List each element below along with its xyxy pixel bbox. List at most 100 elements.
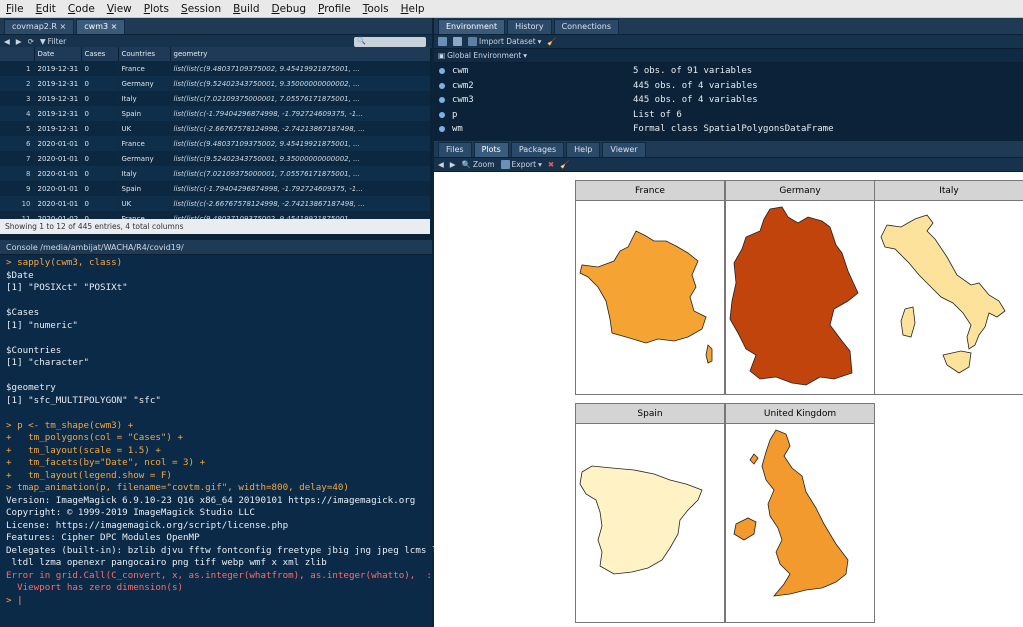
- open-icon[interactable]: [438, 37, 447, 46]
- country-shape: [880, 214, 1006, 350]
- table-cell: Italy: [118, 91, 171, 106]
- facet-title: Germany: [726, 181, 874, 201]
- refresh-button[interactable]: ⟳: [28, 37, 34, 46]
- table-row: 7 2020-01-01 0 Germany list(list(c(9.5240234…: [0, 151, 430, 166]
- console-line: Viewport has zero dimension(s): [6, 582, 184, 593]
- menu-item-help[interactable]: Help: [395, 3, 431, 15]
- expand-icon[interactable]: [439, 111, 445, 118]
- expand-icon[interactable]: [439, 126, 445, 133]
- table-row: 10 2020-01-01 0 UK list(list(c(-2.6676757812…: [0, 196, 430, 211]
- tab-environment[interactable]: Environment: [438, 19, 506, 34]
- facet-title: France: [576, 181, 724, 201]
- zoom-button[interactable]: 🔍 Zoom: [462, 160, 495, 169]
- plots-pane: Files Plots Packages Help Viewer ◀ ▶ 🔍 Zo…: [434, 141, 1023, 627]
- table-cell: 0: [81, 121, 119, 136]
- facet-panel: Italy: [874, 180, 1023, 395]
- filter-label: Filter: [47, 37, 67, 46]
- menu-item-debug[interactable]: Debug: [265, 3, 312, 15]
- environment-item[interactable]: cwm2 445 obs. of 4 variables: [434, 79, 1023, 94]
- tab-connections[interactable]: Connections: [553, 19, 619, 34]
- console-line: Copyright: © 1999-2019 ImageMagick Studi…: [6, 507, 255, 518]
- variable-name: wm: [452, 124, 463, 135]
- console-pane[interactable]: Console /media/ambijat/WACHA/R4/covid19/…: [0, 240, 449, 627]
- environment-item[interactable]: wm Formal class SpatialPolygonsDataFrame: [434, 122, 1023, 137]
- france-map: [579, 230, 713, 364]
- menu-item-code[interactable]: Code: [62, 3, 101, 15]
- tab-plots[interactable]: Plots: [473, 142, 509, 157]
- table-cell: Spain: [118, 106, 171, 121]
- table-cell: list(list(c(9.52402343750001, 9.35000000…: [170, 151, 430, 166]
- column-header-geometry[interactable]: geometry: [170, 47, 430, 61]
- tab-files[interactable]: Files: [438, 142, 472, 157]
- broom-icon[interactable]: 🧹: [547, 37, 556, 46]
- menu-item-file[interactable]: File: [0, 3, 30, 15]
- table-cell: 0: [81, 106, 119, 121]
- back-button[interactable]: ◀: [4, 37, 10, 46]
- filter-icon: ▼: [39, 37, 46, 46]
- table-row: 2 2019-12-31 0 Germany list(list(c(9.5240234…: [0, 76, 430, 91]
- environment-item[interactable]: cwm 5 obs. of 91 variables: [434, 64, 1023, 79]
- environment-item[interactable]: cwm3 445 obs. of 4 variables: [434, 93, 1023, 108]
- table-icon: [468, 37, 477, 46]
- column-header-cases[interactable]: Cases: [81, 47, 119, 61]
- zoom-label: Zoom: [472, 160, 495, 169]
- row-number: 2: [0, 76, 35, 91]
- menu-item-session[interactable]: Session: [175, 3, 227, 15]
- menu-item-edit[interactable]: Edit: [30, 3, 62, 15]
- console-line: $Date: [6, 269, 34, 281]
- console-output[interactable]: > sapply(cwm3, class) $Date [1] "POSIXct" …: [0, 255, 449, 609]
- tab-history[interactable]: History: [507, 19, 552, 34]
- tab-covmap2[interactable]: covmap2.R ×: [4, 19, 75, 34]
- console-line: Features: Cipher DPC Modules OpenMP: [6, 532, 200, 543]
- column-header-countries[interactable]: Countries: [118, 47, 171, 61]
- tab-packages[interactable]: Packages: [510, 142, 565, 157]
- export-label: Export: [511, 160, 537, 169]
- menu-item-view[interactable]: View: [101, 3, 138, 15]
- save-icon[interactable]: [453, 37, 462, 46]
- table-cell: list(list(c(9.48037109375002, 9.45419921…: [170, 136, 430, 151]
- table-cell: list(list(c(9.48037109375002, 9.45419921…: [170, 211, 430, 219]
- menu-item-tools[interactable]: Tools: [357, 3, 395, 15]
- menu-item-profile[interactable]: Profile: [312, 3, 357, 15]
- table-row: 8 2020-01-01 0 Italy list(list(c(7.021093750…: [0, 166, 430, 181]
- country-shape: [942, 350, 972, 374]
- console-line: [1] "numeric": [6, 319, 78, 331]
- console-line: > p <- tm_shape(cwm3) +: [6, 419, 134, 431]
- back-button[interactable]: ◀: [438, 160, 444, 169]
- broom-icon[interactable]: 🧹: [560, 160, 569, 169]
- table-row: 9 2020-01-01 0 Spain list(list(c(-1.79404296…: [0, 181, 430, 196]
- tab-cwm3[interactable]: cwm3 ×: [76, 19, 126, 34]
- search-input[interactable]: 🔍: [354, 37, 426, 47]
- table-cell: list(list(c(7.02109375000001, 7.05576171…: [170, 166, 430, 181]
- table-cell: list(list(c(-1.79404296874998, -1.792724…: [170, 106, 430, 121]
- environment-item[interactable]: p List of 6: [434, 108, 1023, 123]
- variable-name: cwm2: [452, 80, 474, 91]
- table-row: 11 2020-01-02 0 France list(list(c(9.4803710…: [0, 211, 430, 219]
- variable-value: List of 6: [633, 109, 682, 120]
- tab-help[interactable]: Help: [566, 142, 601, 157]
- table-cell: Spain: [118, 181, 171, 196]
- variable-name: p: [452, 109, 458, 120]
- table-cell: 2020-01-01: [34, 196, 82, 211]
- import-dataset-button[interactable]: Import Dataset ▾: [468, 37, 541, 46]
- table-cell: Germany: [118, 151, 171, 166]
- filter-button[interactable]: ▼ Filter: [40, 37, 66, 46]
- tab-viewer[interactable]: Viewer: [602, 142, 646, 157]
- table-cell: 2019-12-31: [34, 121, 82, 136]
- expand-icon[interactable]: [439, 97, 445, 104]
- italy-map: [880, 214, 1006, 374]
- export-button[interactable]: Export ▾: [500, 160, 542, 169]
- remove-plot-icon[interactable]: ✖: [548, 160, 554, 169]
- forward-button[interactable]: ▶: [450, 160, 456, 169]
- menu-item-build[interactable]: Build: [227, 3, 265, 15]
- expand-icon[interactable]: [439, 68, 445, 75]
- expand-icon[interactable]: [439, 82, 445, 89]
- scope-selector[interactable]: ▣ Global Environment ▾: [438, 51, 527, 60]
- menu-item-plots[interactable]: Plots: [138, 3, 175, 15]
- console-line: [1] "POSIXct" "POSIXt": [6, 282, 128, 293]
- forward-button[interactable]: ▶: [16, 37, 22, 46]
- console-line: [1] "character": [6, 357, 89, 368]
- column-header-date[interactable]: Date: [34, 47, 82, 61]
- country-shape: [579, 230, 707, 344]
